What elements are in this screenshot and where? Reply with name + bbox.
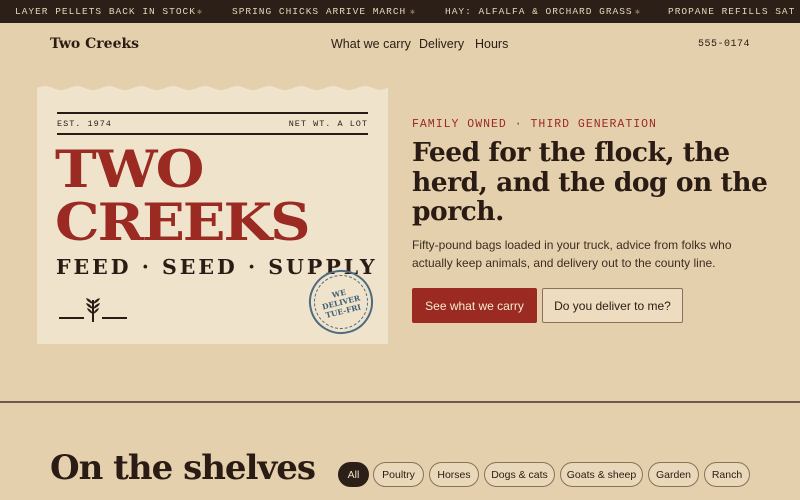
- card-word-two: TWO: [55, 139, 204, 201]
- hero-headline: Feed for the flock, the herd, and the do…: [412, 137, 768, 227]
- brand-logo[interactable]: Two Creeks: [50, 36, 139, 52]
- nav-link-what-we-carry[interactable]: What we carry: [331, 37, 411, 51]
- filter-chip-ranch[interactable]: Ranch: [704, 462, 750, 487]
- ticker-separator-icon: ✱: [410, 8, 416, 17]
- card-rule-bottom: [57, 133, 368, 135]
- ticker-separator-icon: ✱: [197, 8, 203, 17]
- card-rule-top: [57, 112, 368, 114]
- announcement-ticker: LAYER PELLETS BACK IN STOCK ✱ SPRING CHI…: [0, 0, 800, 23]
- nav-link-delivery[interactable]: Delivery: [419, 37, 464, 51]
- filter-chip-all[interactable]: All: [338, 462, 369, 487]
- established-label: EST. 1974: [57, 119, 112, 129]
- filter-chip-poultry[interactable]: Poultry: [373, 462, 424, 487]
- ticker-item: PROPANE REFILLS SAT MORN: [668, 6, 800, 17]
- section-divider: [0, 401, 800, 403]
- phone-number[interactable]: 555-0174: [698, 39, 750, 50]
- ticker-separator-icon: ✱: [635, 8, 641, 17]
- filter-chip-dogs-cats[interactable]: Dogs & cats: [484, 462, 555, 487]
- hero-eyebrow: FAMILY OWNED · THIRD GENERATION: [412, 118, 657, 131]
- ticker-item: SPRING CHICKS ARRIVE MARCH: [232, 6, 407, 17]
- hero-card: EST. 1974 NET WT. A LOT TWO CREEKS FEED …: [37, 92, 388, 344]
- card-word-creeks: CREEKS: [55, 192, 311, 254]
- filter-chip-horses[interactable]: Horses: [429, 462, 479, 487]
- filter-chip-goats-sheep[interactable]: Goats & sheep: [560, 462, 643, 487]
- stamp-text: WE DELIVER TUE-FRI: [321, 287, 362, 320]
- filter-chip-garden[interactable]: Garden: [648, 462, 699, 487]
- ticker-item: LAYER PELLETS BACK IN STOCK: [15, 6, 196, 17]
- ticker-item: HAY: ALFALFA & ORCHARD GRASS: [445, 6, 633, 17]
- net-weight-label: NET WT. A LOT: [288, 119, 368, 129]
- wheat-icon: [59, 298, 127, 322]
- shelves-title: On the shelves: [50, 448, 316, 488]
- delivery-check-button[interactable]: Do you deliver to me?: [542, 288, 683, 323]
- hero-lede: Fifty-pound bags loaded in your truck, a…: [412, 238, 732, 270]
- see-what-we-carry-button[interactable]: See what we carry: [412, 288, 537, 323]
- nav-link-hours[interactable]: Hours: [475, 37, 508, 51]
